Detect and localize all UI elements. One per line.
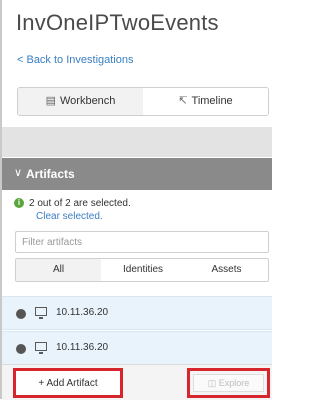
investigation-title: InvOneIPTwoEvents xyxy=(16,10,219,35)
timeline-icon: ↸ xyxy=(178,95,188,107)
explore-button[interactable]: ◫ Explore xyxy=(193,374,264,392)
add-artifact-button[interactable]: + Add Artifact xyxy=(13,368,123,398)
monitor-icon xyxy=(35,307,47,319)
explore-highlight: ◫ Explore xyxy=(187,368,270,398)
clear-selected-link[interactable]: Clear selected. xyxy=(36,211,103,222)
artifacts-section-title: Artifacts xyxy=(26,167,75,181)
artifact-ip: 10.11.36.20 xyxy=(56,307,109,318)
artifact-row[interactable]: 10.11.36.20 xyxy=(2,296,272,330)
monitor-icon xyxy=(35,342,47,354)
toolbar-spacer xyxy=(2,127,272,157)
artifact-ip: 10.11.36.20 xyxy=(56,342,109,353)
filter-artifacts-input[interactable] xyxy=(15,231,269,253)
explore-icon: ◫ xyxy=(207,377,219,388)
artifact-row[interactable]: 10.11.36.20 xyxy=(2,331,272,365)
tab-timeline-label: Timeline xyxy=(191,95,233,107)
tab-workbench-label: Workbench xyxy=(59,95,116,107)
tab-timeline[interactable]: ↸ Timeline xyxy=(143,88,268,115)
selected-radio-icon[interactable] xyxy=(16,309,26,319)
tab-identities[interactable]: Identities xyxy=(101,259,186,281)
selection-status: 2 out of 2 are selected. xyxy=(29,198,131,209)
workbench-icon: ▤ xyxy=(45,95,56,107)
view-switcher: ▤ Workbench ↸ Timeline xyxy=(17,87,269,116)
back-to-investigations-link[interactable]: < Back to Investigations xyxy=(17,54,133,66)
tab-all[interactable]: All xyxy=(16,259,102,281)
artifact-type-tabs: All Identities Assets xyxy=(15,258,269,282)
tab-workbench[interactable]: ▤ Workbench xyxy=(18,88,144,115)
selected-radio-icon[interactable] xyxy=(16,344,26,354)
artifacts-section-header[interactable]: ∨ Artifacts xyxy=(2,158,272,190)
chevron-down-icon: ∨ xyxy=(14,167,23,179)
explore-label: Explore xyxy=(218,377,250,388)
info-icon: i xyxy=(14,198,24,208)
tab-assets[interactable]: Assets xyxy=(185,259,268,281)
